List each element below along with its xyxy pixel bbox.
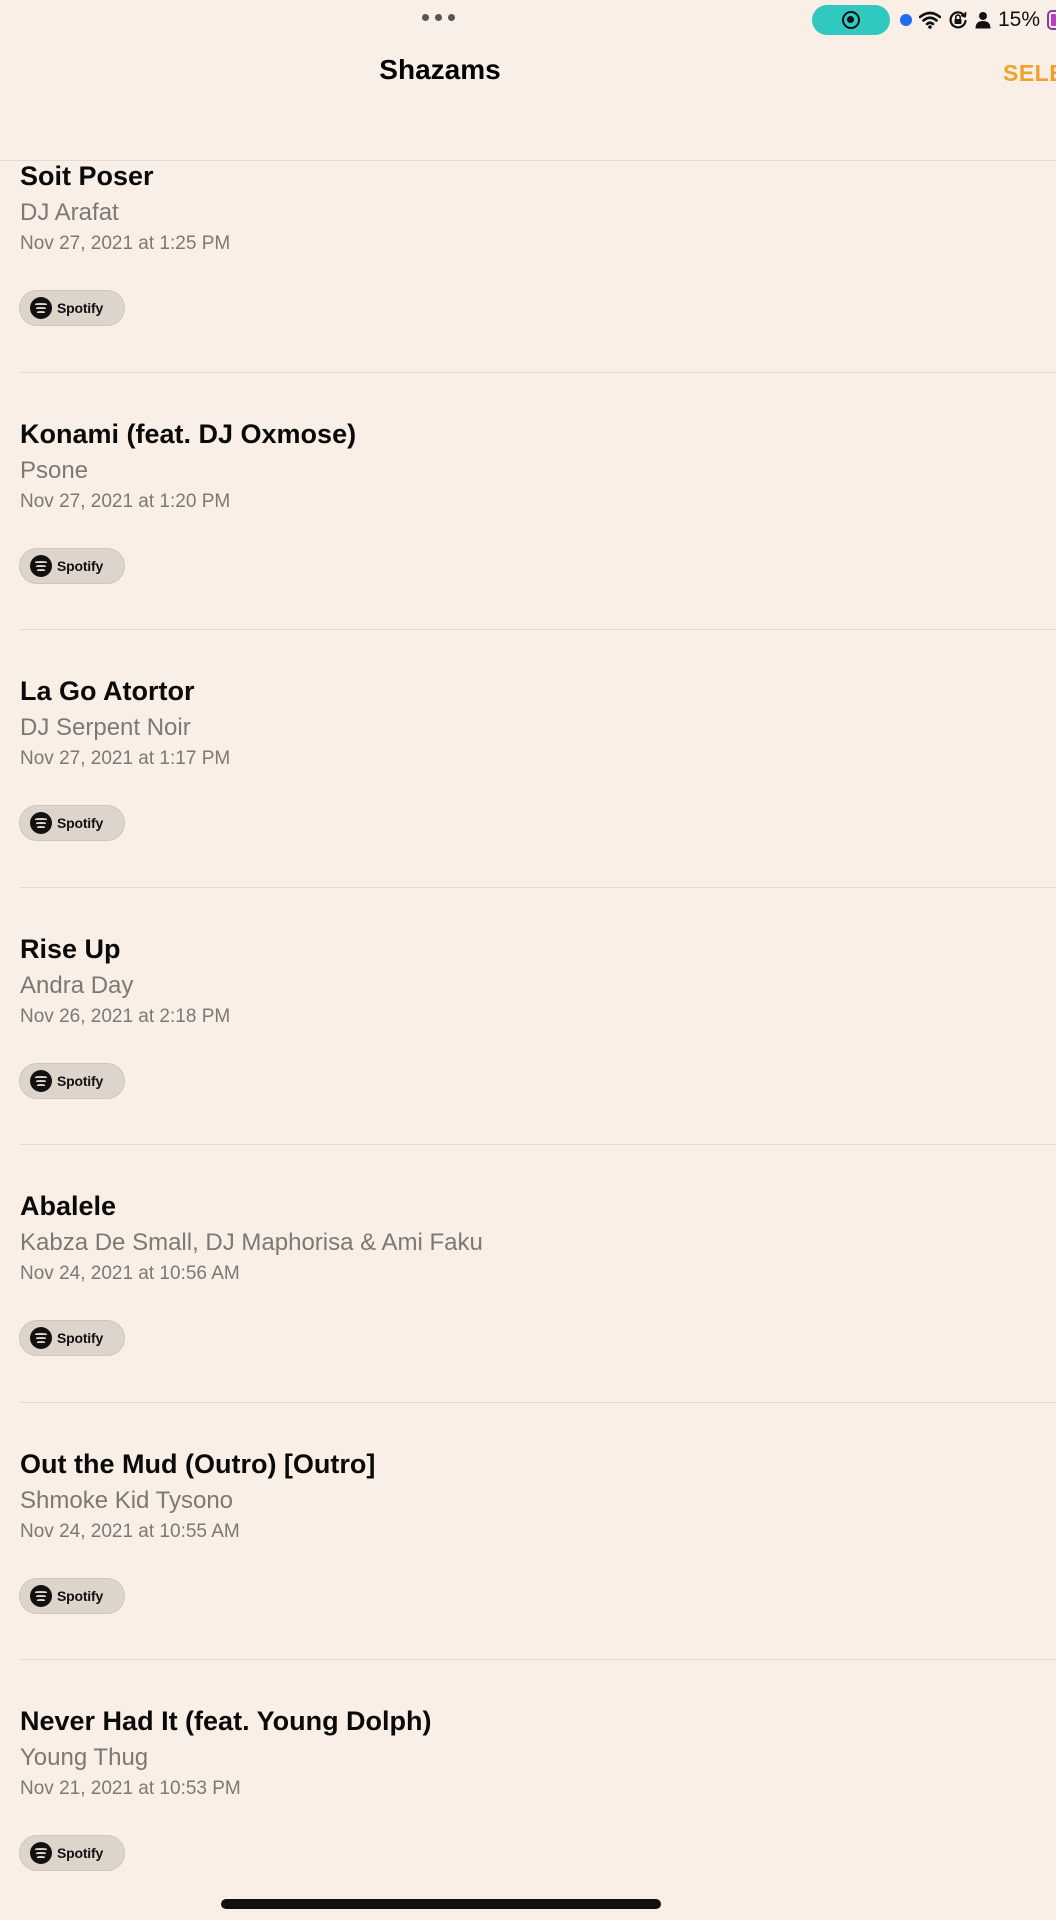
spotify-button[interactable]: Spotify [19,1577,125,1614]
spotify-label: Spotify [57,815,104,831]
spotify-button[interactable]: Spotify [19,547,125,584]
spotify-label: Spotify [57,557,104,574]
song-artist: Andra Day [20,971,134,999]
song-date: Nov 24, 2021 at 10:55 AM [20,1520,240,1542]
song-date: Nov 27, 2021 at 1:25 PM [20,233,231,254]
orientation-lock-icon [949,11,967,29]
spotify-icon [30,297,52,319]
shazams-list[interactable]: Soit Poser DJ Arafat Nov 27, 2021 at 1:2… [0,161,1056,1920]
spotify-icon [30,1584,52,1607]
person-icon [975,12,991,29]
list-item[interactable]: Never Had It (feat. Young Dolph) Young T… [0,1660,1056,1918]
spotify-button[interactable]: Spotify [19,805,125,841]
spotify-button[interactable]: Spotify [19,1835,125,1871]
list-item[interactable]: Soit Poser DJ Arafat Nov 27, 2021 at 1:2… [0,161,1056,373]
wifi-icon [919,11,941,29]
song-title: La Go Atortor [20,676,195,706]
spotify-icon [30,1842,52,1864]
shazams-screen: 15% Shazams SELE Soit Poser DJ Arafat No… [0,0,1056,1920]
location-dot-icon [900,14,912,26]
multitask-dots-icon[interactable] [422,14,455,21]
spotify-button[interactable]: Spotify [19,1062,125,1099]
song-title: Abalele [20,1191,117,1221]
spotify-label: Spotify [57,1587,104,1604]
status-icons: 15% [900,6,1056,34]
list-item[interactable]: Out the Mud (Outro) [Outro] Shmoke Kid T… [0,1403,1056,1660]
song-date: Nov 27, 2021 at 1:20 PM [20,490,231,512]
song-date: Nov 24, 2021 at 10:56 AM [20,1263,240,1284]
song-artist: Psone [20,456,89,484]
song-date: Nov 27, 2021 at 1:17 PM [20,748,231,769]
list-item[interactable]: Konami (feat. DJ Oxmose) Psone Nov 27, 2… [0,373,1056,630]
spotify-icon [30,554,52,577]
song-title: Soit Poser [20,161,154,191]
spotify-button[interactable]: Spotify [19,290,125,326]
song-title: Never Had It (feat. Young Dolph) [20,1706,432,1736]
list-item[interactable]: Abalele Kabza De Small, DJ Maphorisa & A… [0,1145,1056,1403]
select-button[interactable]: SELE [1003,60,1056,87]
screen-recording-icon[interactable] [812,5,890,35]
song-artist: Young Thug [20,1744,149,1771]
song-title: Rise Up [20,933,121,964]
song-date: Nov 26, 2021 at 2:18 PM [20,1005,231,1027]
song-title: Konami (feat. DJ Oxmose) [20,418,357,449]
home-indicator[interactable] [221,1899,661,1909]
song-artist: Kabza De Small, DJ Maphorisa & Ami Faku [20,1229,483,1256]
page-title: Shazams [379,54,501,85]
song-artist: DJ Serpent Noir [20,714,191,741]
spotify-button[interactable]: Spotify [19,1320,125,1356]
song-title: Out the Mud (Outro) [Outro] [20,1448,376,1479]
spotify-icon [30,1327,52,1349]
spotify-icon [30,812,52,834]
spotify-icon [30,1069,52,1092]
list-item[interactable]: La Go Atortor DJ Serpent Noir Nov 27, 20… [0,630,1056,888]
battery-icon [1047,10,1056,30]
song-artist: Shmoke Kid Tysono [20,1486,234,1514]
spotify-label: Spotify [57,1330,104,1346]
list-item[interactable]: Rise Up Andra Day Nov 26, 2021 at 2:18 P… [0,888,1056,1145]
battery-percent: 15% [998,8,1041,31]
status-bar: 15% [0,0,1056,40]
spotify-label: Spotify [57,1845,104,1861]
spotify-label: Spotify [57,300,104,316]
spotify-label: Spotify [57,1072,104,1089]
song-date: Nov 21, 2021 at 10:53 PM [20,1778,241,1799]
song-artist: DJ Arafat [20,199,119,226]
